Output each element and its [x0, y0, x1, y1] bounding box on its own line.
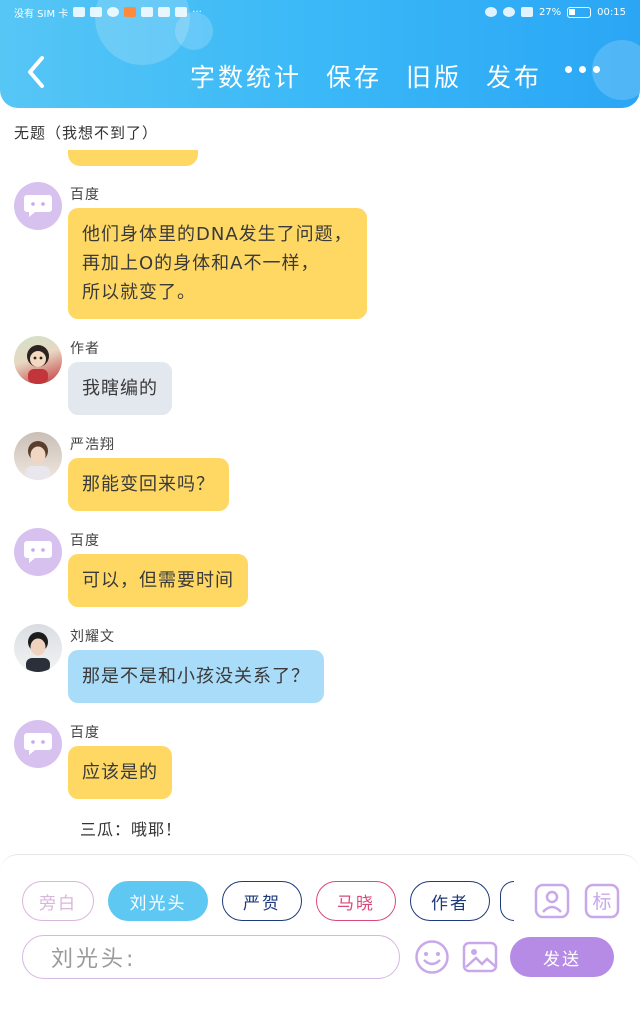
- sender-name: 百度: [70, 725, 100, 741]
- character-selector: 旁白 刘光头 严贺 马晓 作者: [22, 881, 490, 921]
- warning-icon: [73, 7, 86, 17]
- line-input[interactable]: 刘光头:: [22, 935, 400, 979]
- message-text: 那是不是和小孩没关系了？: [82, 666, 310, 687]
- wechat-icon: [107, 7, 120, 17]
- video-app-icon: [124, 7, 137, 17]
- eye-icon: [484, 7, 497, 17]
- tag-label: 标: [592, 891, 611, 913]
- sender-name: 刘耀文: [70, 629, 115, 645]
- message-text: 他们身体里的DNA发生了问题，: [82, 224, 353, 245]
- baidu-chat-icon: [14, 720, 62, 768]
- message-bubble: 可以，但需要时间: [68, 554, 248, 607]
- sender-name: 百度: [70, 187, 100, 203]
- character-chip[interactable]: 作者: [410, 881, 490, 921]
- word-count-button[interactable]: 字数统计: [190, 58, 302, 94]
- more-notifications-icon: ···: [192, 6, 202, 18]
- more-dots-icon[interactable]: [565, 66, 600, 73]
- qq-icon: [175, 7, 188, 17]
- message-text: 应该是的: [82, 762, 158, 783]
- sender-name: 严浩翔: [70, 437, 115, 453]
- author-avatar: [14, 336, 62, 384]
- publish-button[interactable]: 发布: [486, 58, 542, 94]
- send-button[interactable]: 发送: [510, 937, 614, 977]
- header-actions: 字数统计 保存 旧版 发布: [190, 58, 542, 94]
- message-text: 再加上O的身体和A不一样，: [82, 253, 320, 274]
- battery-percent: 27%: [538, 6, 562, 18]
- music-app-icon: [158, 7, 171, 17]
- message-bubble: 他们身体里的DNA发生了问题， 再加上O的身体和A不一样， 所以就变了。: [68, 208, 367, 319]
- image-icon[interactable]: [462, 939, 498, 975]
- sender-name: 百度: [70, 533, 100, 549]
- dot: [565, 66, 572, 73]
- smiley-icon[interactable]: [414, 939, 450, 975]
- moon-icon: [502, 7, 515, 17]
- character-chip-partial[interactable]: [500, 881, 514, 921]
- story-title: 无题（我想不到了）: [14, 124, 159, 142]
- baidu-chat-icon: [14, 528, 62, 576]
- profile-card-icon[interactable]: [534, 883, 570, 919]
- aside-line[interactable]: 三瓜：哦耶！: [80, 816, 182, 840]
- message-text: 我瞎编的: [82, 378, 158, 399]
- message-bubble: 应该是的: [68, 746, 172, 799]
- message-text: 那能变回来吗？: [82, 474, 215, 495]
- old-version-button[interactable]: 旧版: [406, 58, 462, 94]
- dot: [593, 66, 600, 73]
- input-placeholder: 刘光头:: [51, 947, 137, 972]
- status-bar: 没有 SIM 卡 ··· 27% 00:15: [0, 0, 640, 24]
- mute-bell-icon: [520, 7, 533, 17]
- message-bubble: 那能变回来吗？: [68, 458, 229, 511]
- liuyaowen-avatar: [14, 624, 62, 672]
- tag-button[interactable]: 标: [584, 883, 620, 919]
- back-button[interactable]: [20, 52, 54, 92]
- message-bubble: 我瞎编的: [68, 362, 172, 415]
- sender-name: 作者: [70, 341, 100, 357]
- clock: 00:15: [597, 6, 626, 18]
- dot: [579, 66, 586, 73]
- yanhaoxiang-avatar: [14, 432, 62, 480]
- character-chip[interactable]: 严贺: [222, 881, 302, 921]
- previous-message-bubble[interactable]: [68, 150, 198, 166]
- message-text: 所以就变了。: [82, 282, 196, 303]
- character-chip-selected[interactable]: 刘光头: [108, 881, 208, 921]
- composer-panel: 旁白 刘光头 严贺 马晓 作者 标 刘光头: 发送: [0, 854, 640, 1024]
- message-bubble: 那是不是和小孩没关系了？: [68, 650, 324, 703]
- battery-icon: [567, 6, 592, 18]
- sim-status-text: 没有 SIM 卡: [14, 8, 69, 20]
- save-button[interactable]: 保存: [326, 58, 382, 94]
- character-chip-narrator[interactable]: 旁白: [22, 881, 94, 921]
- message-text: 可以，但需要时间: [82, 570, 234, 591]
- wifi-icon: [90, 7, 103, 17]
- character-chip[interactable]: 马晓: [316, 881, 396, 921]
- chevron-left-icon: [28, 56, 44, 88]
- baidu-chat-icon: [14, 182, 62, 230]
- app-header: 没有 SIM 卡 ··· 27% 00:15 字数统计 保存 旧版 发布: [0, 0, 640, 108]
- app-icon: [141, 7, 154, 17]
